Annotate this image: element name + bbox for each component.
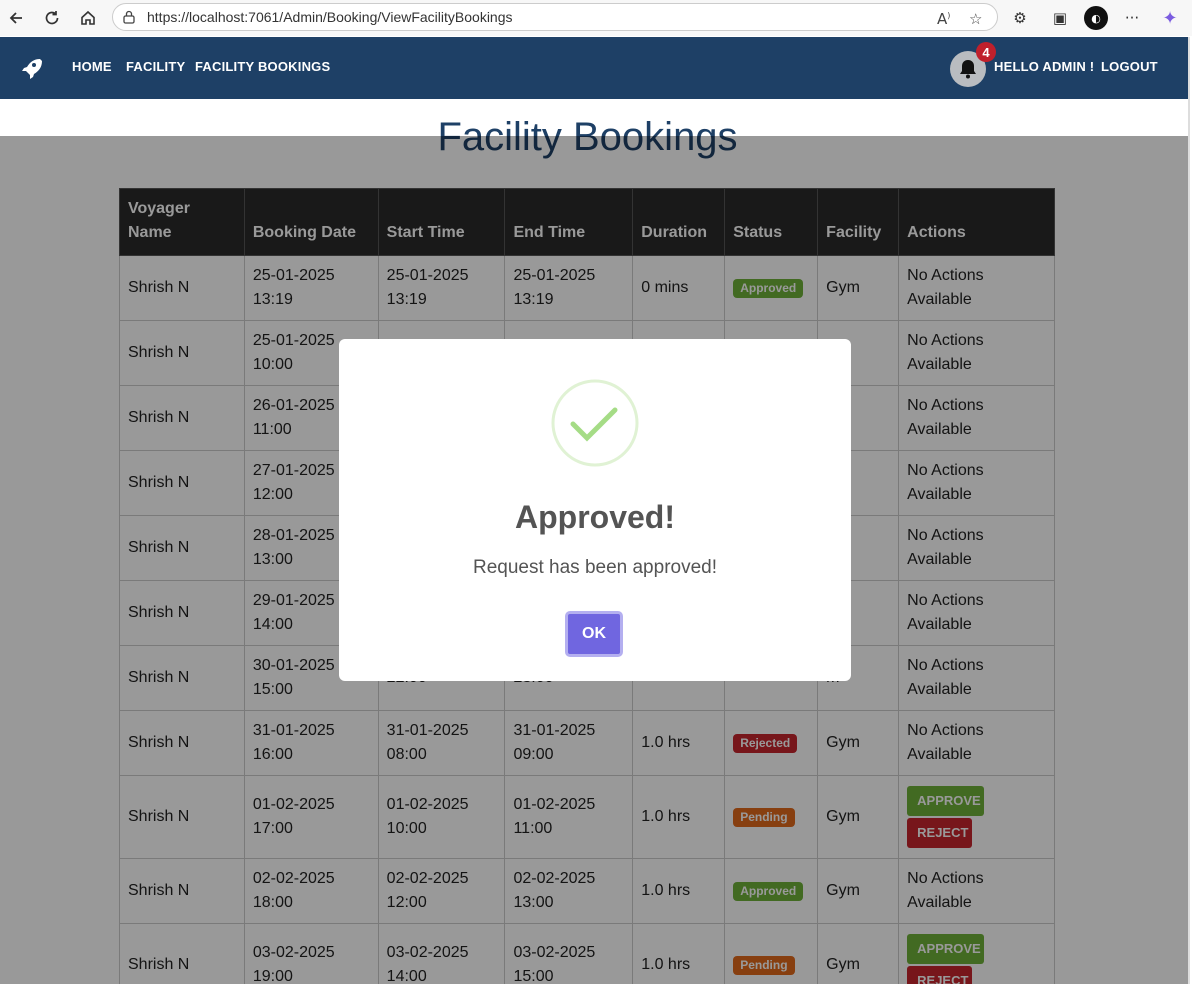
lock-icon [123, 10, 135, 24]
dialog-title: Approved! [515, 499, 675, 535]
nav-facility-link[interactable]: FACILITY [126, 59, 185, 74]
home-icon[interactable] [76, 6, 100, 30]
address-bar[interactable]: https://localhost:7061/Admin/Booking/Vie… [112, 3, 998, 31]
copilot-icon[interactable]: ✦ [1158, 6, 1182, 30]
nav-home-link[interactable]: HOME [72, 59, 112, 74]
dialog-message: Request has been approved! [472, 557, 717, 578]
refresh-icon[interactable] [40, 6, 64, 30]
nav-facility-bookings-link[interactable]: FACILITY BOOKINGS [195, 59, 330, 74]
browser-toolbar: https://localhost:7061/Admin/Booking/Vie… [0, 0, 1192, 36]
page: HOME FACILITY FACILITY BOOKINGS 4 HELLO … [0, 37, 1190, 984]
url-text: https://localhost:7061/Admin/Booking/Vie… [147, 9, 513, 25]
notification-count-badge: 4 [976, 42, 996, 62]
ok-button[interactable]: OK [565, 611, 623, 657]
logout-link[interactable]: LOGOUT [1101, 59, 1158, 74]
read-aloud-icon[interactable]: A) [937, 10, 950, 28]
screenshot-icon[interactable]: ▣ [1048, 6, 1072, 30]
profile-avatar-icon[interactable]: ◐ [1084, 6, 1108, 30]
greeting-text: HELLO ADMIN ! [994, 59, 1095, 74]
rocket-logo-icon[interactable] [18, 55, 44, 81]
back-icon[interactable] [4, 6, 28, 30]
more-menu-icon[interactable]: ··· [1120, 6, 1144, 30]
approved-dialog: Approved! Request has been approved! OK [339, 339, 851, 681]
success-check-icon [551, 379, 639, 467]
favorite-star-icon[interactable]: ☆ [969, 10, 982, 28]
navbar: HOME FACILITY FACILITY BOOKINGS 4 HELLO … [0, 37, 1188, 99]
extensions-icon[interactable]: ⚙ [1008, 6, 1032, 30]
